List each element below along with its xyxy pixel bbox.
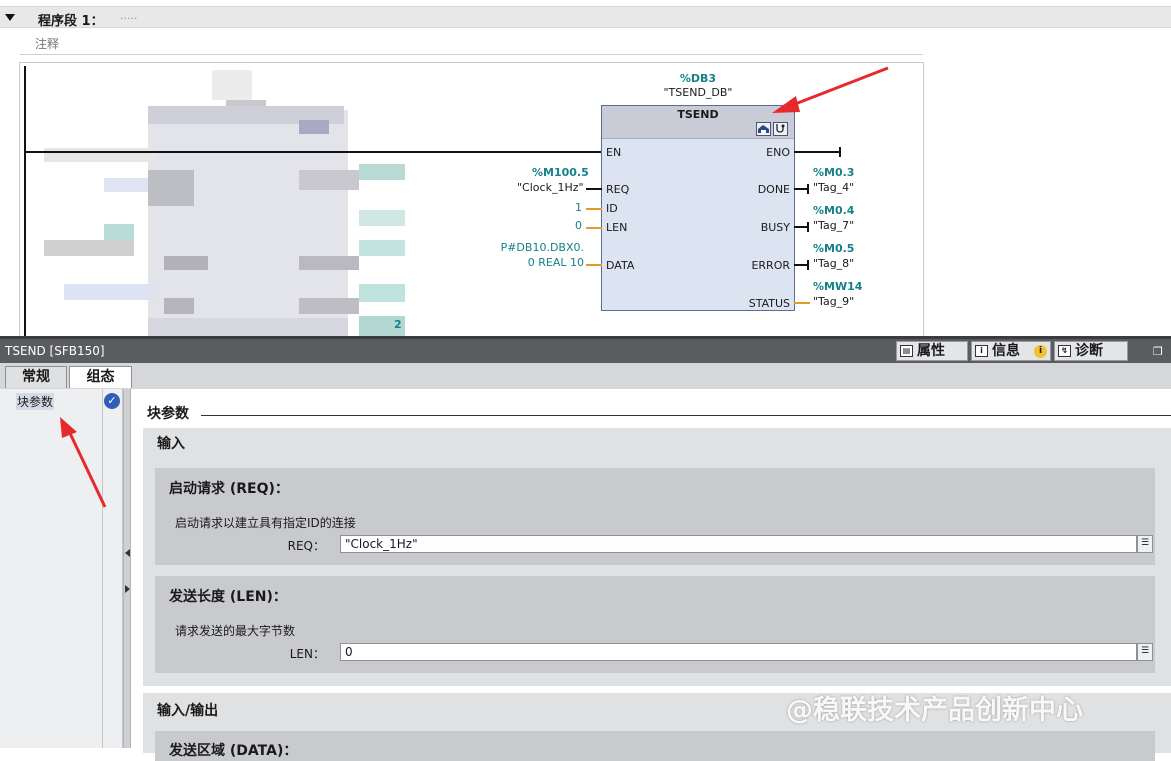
busy-wire-end <box>807 222 809 232</box>
window-restore-icon[interactable]: ❐ <box>1153 345 1169 358</box>
input-group-title: 输入 <box>157 436 185 452</box>
data-section: 发送区域 (DATA)： <box>155 731 1155 761</box>
req-section: 启动请求 (REQ)： 启动请求以建立具有指定ID的连接 REQ： "Clock… <box>155 468 1155 565</box>
req-input[interactable]: "Clock_1Hz" <box>340 535 1137 553</box>
annotation-arrow-nav <box>60 417 107 508</box>
data-constant-line2[interactable]: 0 REAL 10 <box>480 256 584 269</box>
pin-busy[interactable]: BUSY <box>761 221 790 234</box>
error-wire-end <box>807 260 809 270</box>
info-badge-icon: i <box>1034 345 1047 358</box>
eno-wire <box>794 151 840 153</box>
info-icon: i <box>975 345 988 357</box>
blurred-region <box>44 70 409 336</box>
id-wire <box>586 208 602 210</box>
req-label: REQ： <box>287 539 325 553</box>
req-description: 启动请求以建立具有指定ID的连接 <box>175 516 356 530</box>
error-address[interactable]: %M0.5 <box>813 242 854 255</box>
data-constant-line1[interactable]: P#DB10.DBX0. <box>480 241 584 254</box>
tab-properties[interactable]: ▤ 属性 <box>896 341 968 361</box>
tab-diagnostics[interactable]: ↯ 诊断 <box>1054 341 1128 361</box>
pin-done[interactable]: DONE <box>758 183 790 196</box>
data-wire <box>586 264 602 266</box>
error-tag[interactable]: "Tag_8" <box>813 257 854 270</box>
diagnostics-stethoscope-icon[interactable] <box>773 122 788 136</box>
network-title: 程序段 1： <box>38 14 104 29</box>
section-title: 块参数 <box>147 406 189 422</box>
section-divider <box>201 415 1171 416</box>
pin-en[interactable]: EN <box>606 146 621 159</box>
inspector-title: TSEND [SFB150] <box>5 344 105 358</box>
pin-len[interactable]: LEN <box>606 221 627 234</box>
tab-general[interactable]: 常规 <box>5 366 67 388</box>
busy-tag[interactable]: "Tag_7" <box>813 219 854 232</box>
pin-status[interactable]: STATUS <box>749 297 790 310</box>
watermark: @稳联技术产品创新中心 <box>786 695 1083 726</box>
network-header[interactable]: 程序段 1： ..... <box>0 6 1171 29</box>
annotation-arrow-block <box>772 66 889 113</box>
pin-id[interactable]: ID <box>606 202 618 215</box>
tab-properties-label: 属性 <box>917 343 945 359</box>
inspector-title-bar: TSEND [SFB150] ▤ 属性 i 信息 i ↯ 诊断 ❐ <box>0 339 1171 363</box>
tab-info[interactable]: i 信息 i <box>971 341 1051 361</box>
nav-item-block-parameters[interactable]: 块参数 <box>16 393 55 410</box>
busy-address[interactable]: %M0.4 <box>813 204 854 217</box>
eno-wire-end <box>839 147 841 157</box>
properties-icon: ▤ <box>900 345 913 357</box>
req-tag[interactable]: "Clock_1Hz" <box>517 181 584 194</box>
input-group: 输入 启动请求 (REQ)： 启动请求以建立具有指定ID的连接 REQ： "Cl… <box>143 428 1171 686</box>
pin-eno[interactable]: ENO <box>766 146 790 159</box>
tsend-block[interactable]: TSEND EN REQ ID LEN DATA ENO DONE BUSY E… <box>601 105 795 311</box>
inout-group-title: 输入/输出 <box>157 703 219 719</box>
tab-info-label: 信息 <box>992 343 1020 359</box>
collapse-left-icon[interactable] <box>125 549 130 557</box>
done-tag[interactable]: "Tag_4" <box>813 181 854 194</box>
status-wire <box>794 302 810 304</box>
len-title: 发送长度 (LEN)： <box>169 589 287 605</box>
pin-error[interactable]: ERROR <box>751 259 790 272</box>
tab-diagnostics-label: 诊断 <box>1075 343 1103 359</box>
done-address[interactable]: %M0.3 <box>813 166 854 179</box>
diagnostics-icon: ↯ <box>1058 345 1071 357</box>
done-wire-end <box>807 184 809 194</box>
len-section: 发送长度 (LEN)： 请求发送的最大字节数 LEN： 0 ☰ <box>155 576 1155 673</box>
comment-placeholder: 注释 <box>35 37 60 51</box>
pin-data[interactable]: DATA <box>606 259 634 272</box>
req-address[interactable]: %M100.5 <box>532 166 589 179</box>
blurred-fragment: 2 <box>394 318 402 331</box>
error-wire <box>794 264 808 266</box>
expand-right-icon[interactable] <box>125 585 130 593</box>
len-wire <box>586 227 602 229</box>
connection-config-icon[interactable] <box>756 122 771 136</box>
len-input[interactable]: 0 <box>340 643 1137 661</box>
req-wire <box>586 188 602 190</box>
inspector-window: TSEND [SFB150] ▤ 属性 i 信息 i ↯ 诊断 ❐ 常规 组态 … <box>0 336 1171 761</box>
len-browse-icon[interactable]: ☰ <box>1137 643 1153 661</box>
tab-configuration[interactable]: 组态 <box>69 366 132 388</box>
pin-req[interactable]: REQ <box>606 183 629 196</box>
panel-splitter[interactable] <box>123 389 131 748</box>
id-constant[interactable]: 1 <box>560 201 582 214</box>
busy-wire <box>794 226 808 228</box>
status-tag[interactable]: "Tag_9" <box>813 295 854 308</box>
req-title: 启动请求 (REQ)： <box>169 481 289 497</box>
power-rail <box>24 66 26 336</box>
collapse-arrow-icon[interactable] <box>5 14 15 21</box>
req-browse-icon[interactable]: ☰ <box>1137 535 1153 553</box>
done-wire <box>794 188 808 190</box>
status-address[interactable]: %MW14 <box>813 280 862 293</box>
data-title: 发送区域 (DATA)： <box>169 743 298 759</box>
len-description: 请求发送的最大字节数 <box>175 624 296 638</box>
len-constant[interactable]: 0 <box>560 219 582 232</box>
main-wire <box>24 151 602 153</box>
len-label: LEN： <box>289 647 325 661</box>
inspector-tabs: 常规 组态 <box>0 363 1171 389</box>
network-title-placeholder[interactable]: ..... <box>120 9 137 22</box>
network-comment[interactable]: 注释 <box>20 32 923 55</box>
ladder-editor: 程序段 1： ..... 注释 2 %DB3 "TSEND_DB" TSEND … <box>0 0 1171 342</box>
